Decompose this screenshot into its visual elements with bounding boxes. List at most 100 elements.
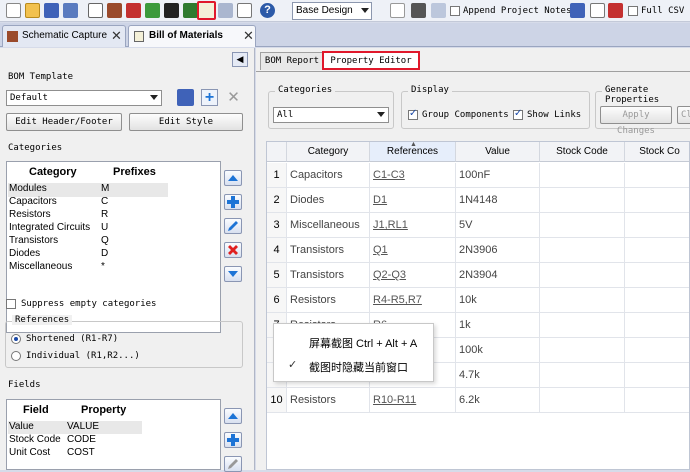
references-cell[interactable]: C1-C3 (370, 163, 456, 188)
stock-code-cell-2[interactable] (625, 263, 689, 288)
bom-icon[interactable] (197, 1, 216, 20)
design-explorer-icon[interactable] (183, 3, 198, 18)
gerber-icon[interactable] (145, 3, 160, 18)
row-number[interactable]: 10 (267, 388, 287, 413)
value-cell[interactable]: 6.2k (456, 388, 540, 413)
row-number[interactable]: 6 (267, 288, 287, 313)
excel-icon[interactable] (570, 3, 585, 18)
stock-code-cell[interactable] (540, 313, 625, 338)
value-cell[interactable]: 100k (456, 338, 540, 363)
edit-category-button[interactable] (224, 218, 242, 234)
stock-code-cell-2[interactable] (625, 338, 689, 363)
stock-code-cell-2[interactable] (625, 188, 689, 213)
stock-code-cell-2[interactable] (625, 313, 689, 338)
category-cell[interactable]: Transistors (287, 263, 370, 288)
export-icon[interactable] (431, 3, 446, 18)
stock-code-cell[interactable] (540, 213, 625, 238)
category-cell[interactable]: Resistors (287, 388, 370, 413)
page-setup-icon[interactable] (390, 3, 405, 18)
pdf-icon[interactable] (608, 3, 623, 18)
stock-code-cell-2[interactable] (625, 213, 689, 238)
import-icon[interactable] (63, 3, 78, 18)
value-cell[interactable]: 2N3906 (456, 238, 540, 263)
list-item[interactable]: Value VALUE (9, 421, 99, 432)
add-icon[interactable]: + (201, 89, 218, 106)
design-select[interactable]: Base Design (292, 2, 372, 20)
add-category-button[interactable] (224, 194, 242, 210)
value-column-header[interactable]: Value (456, 142, 540, 162)
close-icon[interactable]: ✕ (243, 28, 254, 44)
stock-code-cell[interactable] (540, 388, 625, 413)
clear-button[interactable]: Cl (677, 106, 690, 124)
list-item[interactable]: Unit Cost COST (9, 447, 95, 458)
stock-code-cell[interactable] (540, 238, 625, 263)
stock-code-cell[interactable] (540, 288, 625, 313)
delete-category-button[interactable] (224, 242, 242, 258)
stock-code-column-header[interactable]: Stock Code (540, 142, 625, 162)
row-number[interactable]: 1 (267, 163, 287, 188)
show-links-checkbox[interactable] (513, 108, 523, 120)
hide-window-menu-item[interactable]: 截图时隐藏当前窗口 (309, 359, 408, 375)
stock-code-cell[interactable] (540, 163, 625, 188)
references-cell[interactable]: R4-R5,R7 (370, 288, 456, 313)
save-icon[interactable] (177, 89, 194, 106)
list-item[interactable]: Miscellaneous * (9, 261, 105, 272)
references-cell[interactable]: D1 (370, 188, 456, 213)
value-cell[interactable]: 4.7k (456, 363, 540, 388)
apply-changes-button[interactable]: Apply Changes (600, 106, 672, 136)
stock-code-cell-2[interactable] (625, 363, 689, 388)
references-cell-text[interactable]: R4-R5,R7 (373, 294, 422, 306)
stock-code-cell[interactable] (540, 188, 625, 213)
tab-property-editor[interactable]: Property Editor (322, 51, 420, 70)
list-item[interactable]: Capacitors C (9, 196, 108, 207)
categories-filter-select[interactable]: All (273, 107, 389, 123)
references-cell-text[interactable]: Q2-Q3 (373, 269, 406, 281)
print-icon[interactable] (411, 3, 426, 18)
new-file-icon[interactable] (6, 3, 21, 18)
template-select[interactable]: Default (6, 90, 162, 106)
delete-icon[interactable]: ✕ (225, 89, 242, 106)
value-cell[interactable]: 10k (456, 288, 540, 313)
collapse-panel-icon[interactable]: ◀ (232, 52, 248, 67)
open-folder-icon[interactable] (25, 3, 40, 18)
references-cell-text[interactable]: C1-C3 (373, 169, 405, 181)
list-item[interactable]: Diodes D (9, 248, 108, 259)
category-cell[interactable]: Diodes (287, 188, 370, 213)
value-cell[interactable]: 1N4148 (456, 188, 540, 213)
references-cell-text[interactable]: R10-R11 (373, 394, 416, 406)
stock-code-cell-2[interactable] (625, 288, 689, 313)
tab-bom-report[interactable]: BOM Report (260, 52, 324, 70)
edit-header-footer-button[interactable]: Edit Header/Footer (6, 113, 122, 131)
home-icon[interactable] (88, 3, 103, 18)
save-icon[interactable] (44, 3, 59, 18)
value-cell[interactable]: 1k (456, 313, 540, 338)
schematic-icon[interactable] (107, 3, 122, 18)
stock-code-cell[interactable] (540, 363, 625, 388)
row-number[interactable]: 3 (267, 213, 287, 238)
value-cell[interactable]: 100nF (456, 163, 540, 188)
list-item[interactable]: Integrated Circuits U (9, 222, 108, 233)
stock-code-cell-2[interactable] (625, 388, 689, 413)
row-number[interactable]: 2 (267, 188, 287, 213)
list-item[interactable]: Resistors R (9, 209, 108, 220)
shortened-radio[interactable] (11, 334, 21, 344)
list-item[interactable]: Stock Code CODE (9, 434, 96, 445)
category-column-header[interactable]: Category (287, 142, 370, 162)
gadget-icon[interactable] (218, 3, 233, 18)
category-cell[interactable]: Transistors (287, 238, 370, 263)
tab-bill-of-materials[interactable]: Bill of Materials ✕ (128, 25, 256, 47)
individual-radio[interactable] (11, 351, 21, 361)
stock-code-cell[interactable] (540, 263, 625, 288)
field-move-up-button[interactable] (224, 408, 242, 424)
stock-code-column-header-2[interactable]: Stock Co (625, 142, 689, 162)
value-cell[interactable]: 5V (456, 213, 540, 238)
tab-schematic-capture[interactable]: Schematic Capture ✕ (2, 25, 126, 47)
value-cell[interactable]: 2N3904 (456, 263, 540, 288)
category-cell[interactable]: Capacitors (287, 163, 370, 188)
references-cell-text[interactable]: Q1 (373, 244, 388, 256)
references-cell-text[interactable]: D1 (373, 194, 387, 206)
text-icon[interactable] (590, 3, 605, 18)
stock-code-cell-2[interactable] (625, 163, 689, 188)
references-cell[interactable]: Q2-Q3 (370, 263, 456, 288)
category-cell[interactable]: Miscellaneous (287, 213, 370, 238)
